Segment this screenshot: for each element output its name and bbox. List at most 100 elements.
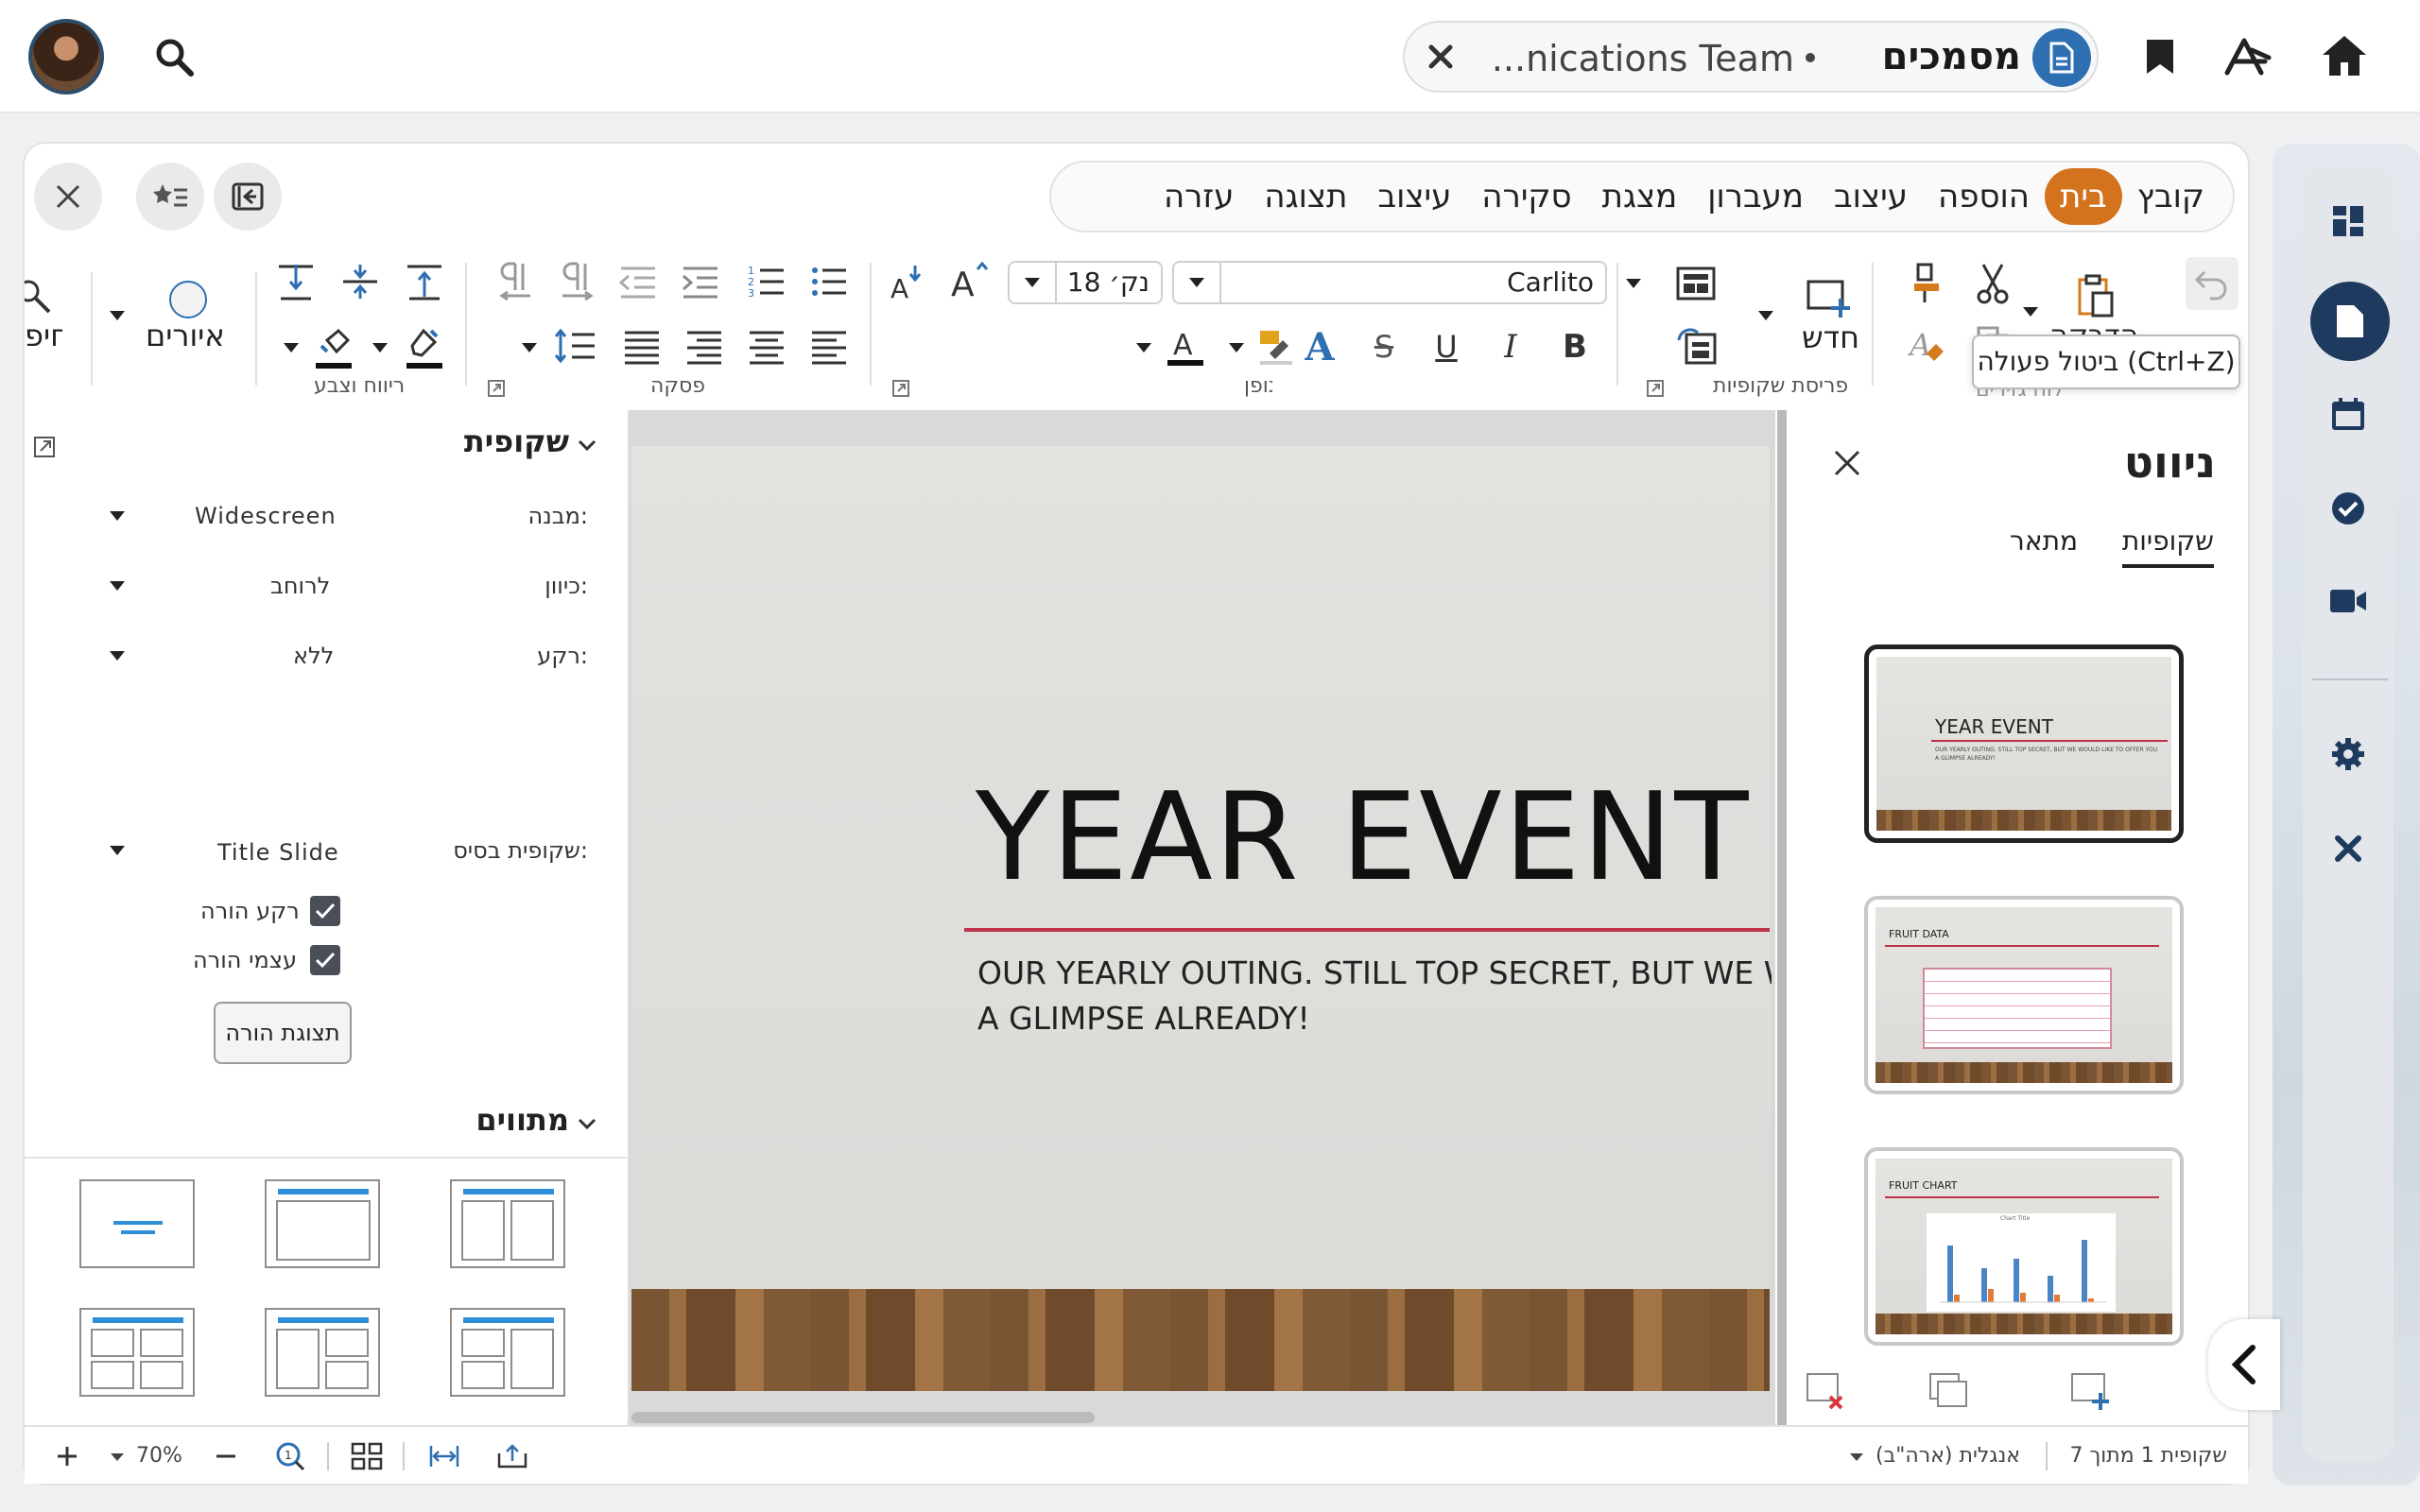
shapes-icon[interactable] [164, 278, 212, 321]
background-value[interactable]: ללא [293, 643, 334, 669]
menu-file[interactable]: קובץ [2122, 168, 2220, 225]
numbered-list-icon[interactable]: 123 [743, 259, 790, 304]
dashboard-icon[interactable] [2325, 198, 2371, 244]
master-background-checkbox[interactable] [310, 896, 340, 926]
master-objects-checkbox[interactable] [310, 945, 340, 975]
align-center-icon[interactable] [743, 323, 790, 369]
layout-two-content[interactable] [450, 1179, 565, 1268]
line-spacing-icon[interactable] [550, 323, 601, 369]
expand-paragraph-group-icon[interactable] [486, 378, 507, 399]
font-size-dropdown-button[interactable] [1010, 263, 1057, 302]
zoom-fit-icon[interactable]: 1 [272, 1438, 308, 1474]
layouts-section-title[interactable]: מתווים [475, 1102, 569, 1138]
fit-width-icon[interactable] [425, 1438, 463, 1474]
align-right-icon[interactable] [681, 323, 728, 369]
font-color-icon[interactable]: A [1163, 323, 1208, 370]
chevron-down-icon[interactable] [573, 1109, 601, 1138]
menu-review[interactable]: סקירה [1466, 168, 1586, 225]
open-dialog-icon[interactable] [30, 433, 59, 461]
new-slide-dropdown-icon[interactable] [1754, 306, 1777, 325]
reset-slide-icon[interactable] [1669, 323, 1722, 369]
menu-insert[interactable]: הוספה [1923, 168, 2045, 225]
tab-slides[interactable]: שקופיות [2121, 525, 2214, 568]
strikethrough-icon[interactable]: S [1361, 323, 1407, 370]
font-dropdown-button[interactable] [1174, 263, 1221, 302]
master-slide-dropdown-icon[interactable] [106, 841, 129, 860]
language-dropdown-icon[interactable] [1847, 1448, 1866, 1467]
favorite-button[interactable] [136, 163, 204, 231]
language-select[interactable]: אנגלית (ארה"ב) [1876, 1444, 2020, 1468]
zoom-in-icon[interactable] [51, 1440, 83, 1472]
para-space-between-icon[interactable] [337, 259, 384, 304]
layout-content-two-right[interactable] [265, 1308, 380, 1397]
layout-title-only[interactable] [79, 1179, 195, 1268]
font-name-select[interactable]: Carlito [1172, 261, 1607, 304]
slide-thumbnail-3[interactable]: FRUIT CHART Chart Title [1864, 1147, 2184, 1346]
apps-icon[interactable] [2221, 32, 2274, 81]
menu-slideshow[interactable]: מצגת [1587, 168, 1693, 225]
bookmark-icon[interactable] [2136, 32, 2184, 81]
settings-icon[interactable] [2325, 731, 2371, 777]
new-slide-icon[interactable] [1802, 274, 1857, 321]
format-value[interactable]: Widescreen [195, 503, 337, 529]
underline-icon[interactable]: U [1424, 323, 1469, 370]
tasks-icon[interactable] [2325, 486, 2371, 531]
italic-icon[interactable]: I [1488, 323, 1533, 370]
new-slide-panel-icon[interactable] [2068, 1368, 2114, 1414]
search-icon[interactable] [147, 30, 200, 83]
layout-two-left-content[interactable] [450, 1308, 565, 1397]
slide-section-title[interactable]: שקופית [464, 423, 569, 459]
para-space-below-icon[interactable] [272, 259, 320, 304]
master-view-button[interactable]: תצוגת הורה [214, 1002, 352, 1064]
slide-subtitle[interactable]: OUR YEARLY OUTING. STILL TOP SECRET, BUT… [977, 951, 1772, 1041]
grow-font-icon[interactable]: A [947, 257, 993, 304]
menu-transition[interactable]: מעברון [1692, 168, 1819, 225]
slide-thumbnail-2[interactable]: FRUIT DATA [1864, 896, 2184, 1094]
orientation-value[interactable]: לרוחב [270, 573, 330, 599]
menu-format[interactable]: עיצוב [1819, 168, 1923, 225]
documents-app-icon[interactable] [2310, 282, 2390, 361]
user-avatar[interactable] [28, 19, 104, 94]
orientation-dropdown-icon[interactable] [106, 576, 129, 595]
paste-icon[interactable] [2066, 272, 2123, 319]
font-color-dropdown-icon[interactable] [1132, 338, 1155, 357]
home-icon[interactable] [2316, 28, 2373, 83]
calendar-icon[interactable] [2325, 391, 2371, 437]
highlight-dropdown-icon[interactable] [1225, 338, 1248, 357]
line-spacing-dropdown-icon[interactable] [518, 338, 541, 357]
search-bar[interactable]: מסמכים ...nications Team [1403, 21, 2099, 93]
find-icon[interactable] [25, 278, 53, 316]
paste-dropdown-icon[interactable] [2019, 301, 2042, 323]
collapse-panel-button[interactable] [2208, 1319, 2280, 1410]
cut-icon[interactable] [1972, 261, 2014, 306]
slide-layout-icon[interactable] [1669, 263, 1722, 304]
align-left-icon[interactable] [805, 323, 853, 369]
slide-1[interactable] [631, 446, 1770, 1391]
find-label[interactable]: חיפ [25, 318, 62, 353]
expand-slides-group-icon[interactable] [1645, 378, 1666, 399]
clear-search-icon[interactable] [1422, 38, 1460, 76]
delete-slide-icon[interactable] [1804, 1368, 1849, 1414]
slide-title[interactable]: YEAR EVENT [976, 767, 1751, 908]
fill-color-dropdown-icon[interactable] [280, 338, 302, 357]
decrease-indent-icon[interactable] [614, 259, 662, 304]
highlight-icon[interactable] [1253, 323, 1299, 370]
master-slide-value[interactable]: Title Slide [217, 839, 339, 866]
horizontal-scrollbar[interactable] [631, 1412, 1095, 1423]
format-dropdown-icon[interactable] [106, 507, 129, 525]
bullet-list-icon[interactable] [805, 259, 853, 304]
shadow-icon[interactable]: A [1297, 323, 1342, 370]
clear-format-icon[interactable]: A [1906, 321, 1947, 367]
increase-indent-icon[interactable] [677, 259, 724, 304]
close-app-icon[interactable] [2327, 828, 2369, 869]
tab-outline[interactable]: מתאר [2010, 525, 2078, 557]
justify-icon[interactable] [618, 323, 666, 369]
close-document-button[interactable] [34, 163, 102, 231]
zoom-out-icon[interactable] [210, 1440, 242, 1472]
new-slide-label[interactable]: חדש [1802, 319, 1859, 355]
layout-title-content[interactable] [265, 1179, 380, 1268]
slide-layout-dropdown-icon[interactable] [1622, 274, 1645, 293]
zoom-value[interactable]: 70% [136, 1444, 182, 1468]
shapes-label[interactable]: איורים [146, 318, 225, 353]
bold-icon[interactable]: B [1552, 323, 1598, 370]
